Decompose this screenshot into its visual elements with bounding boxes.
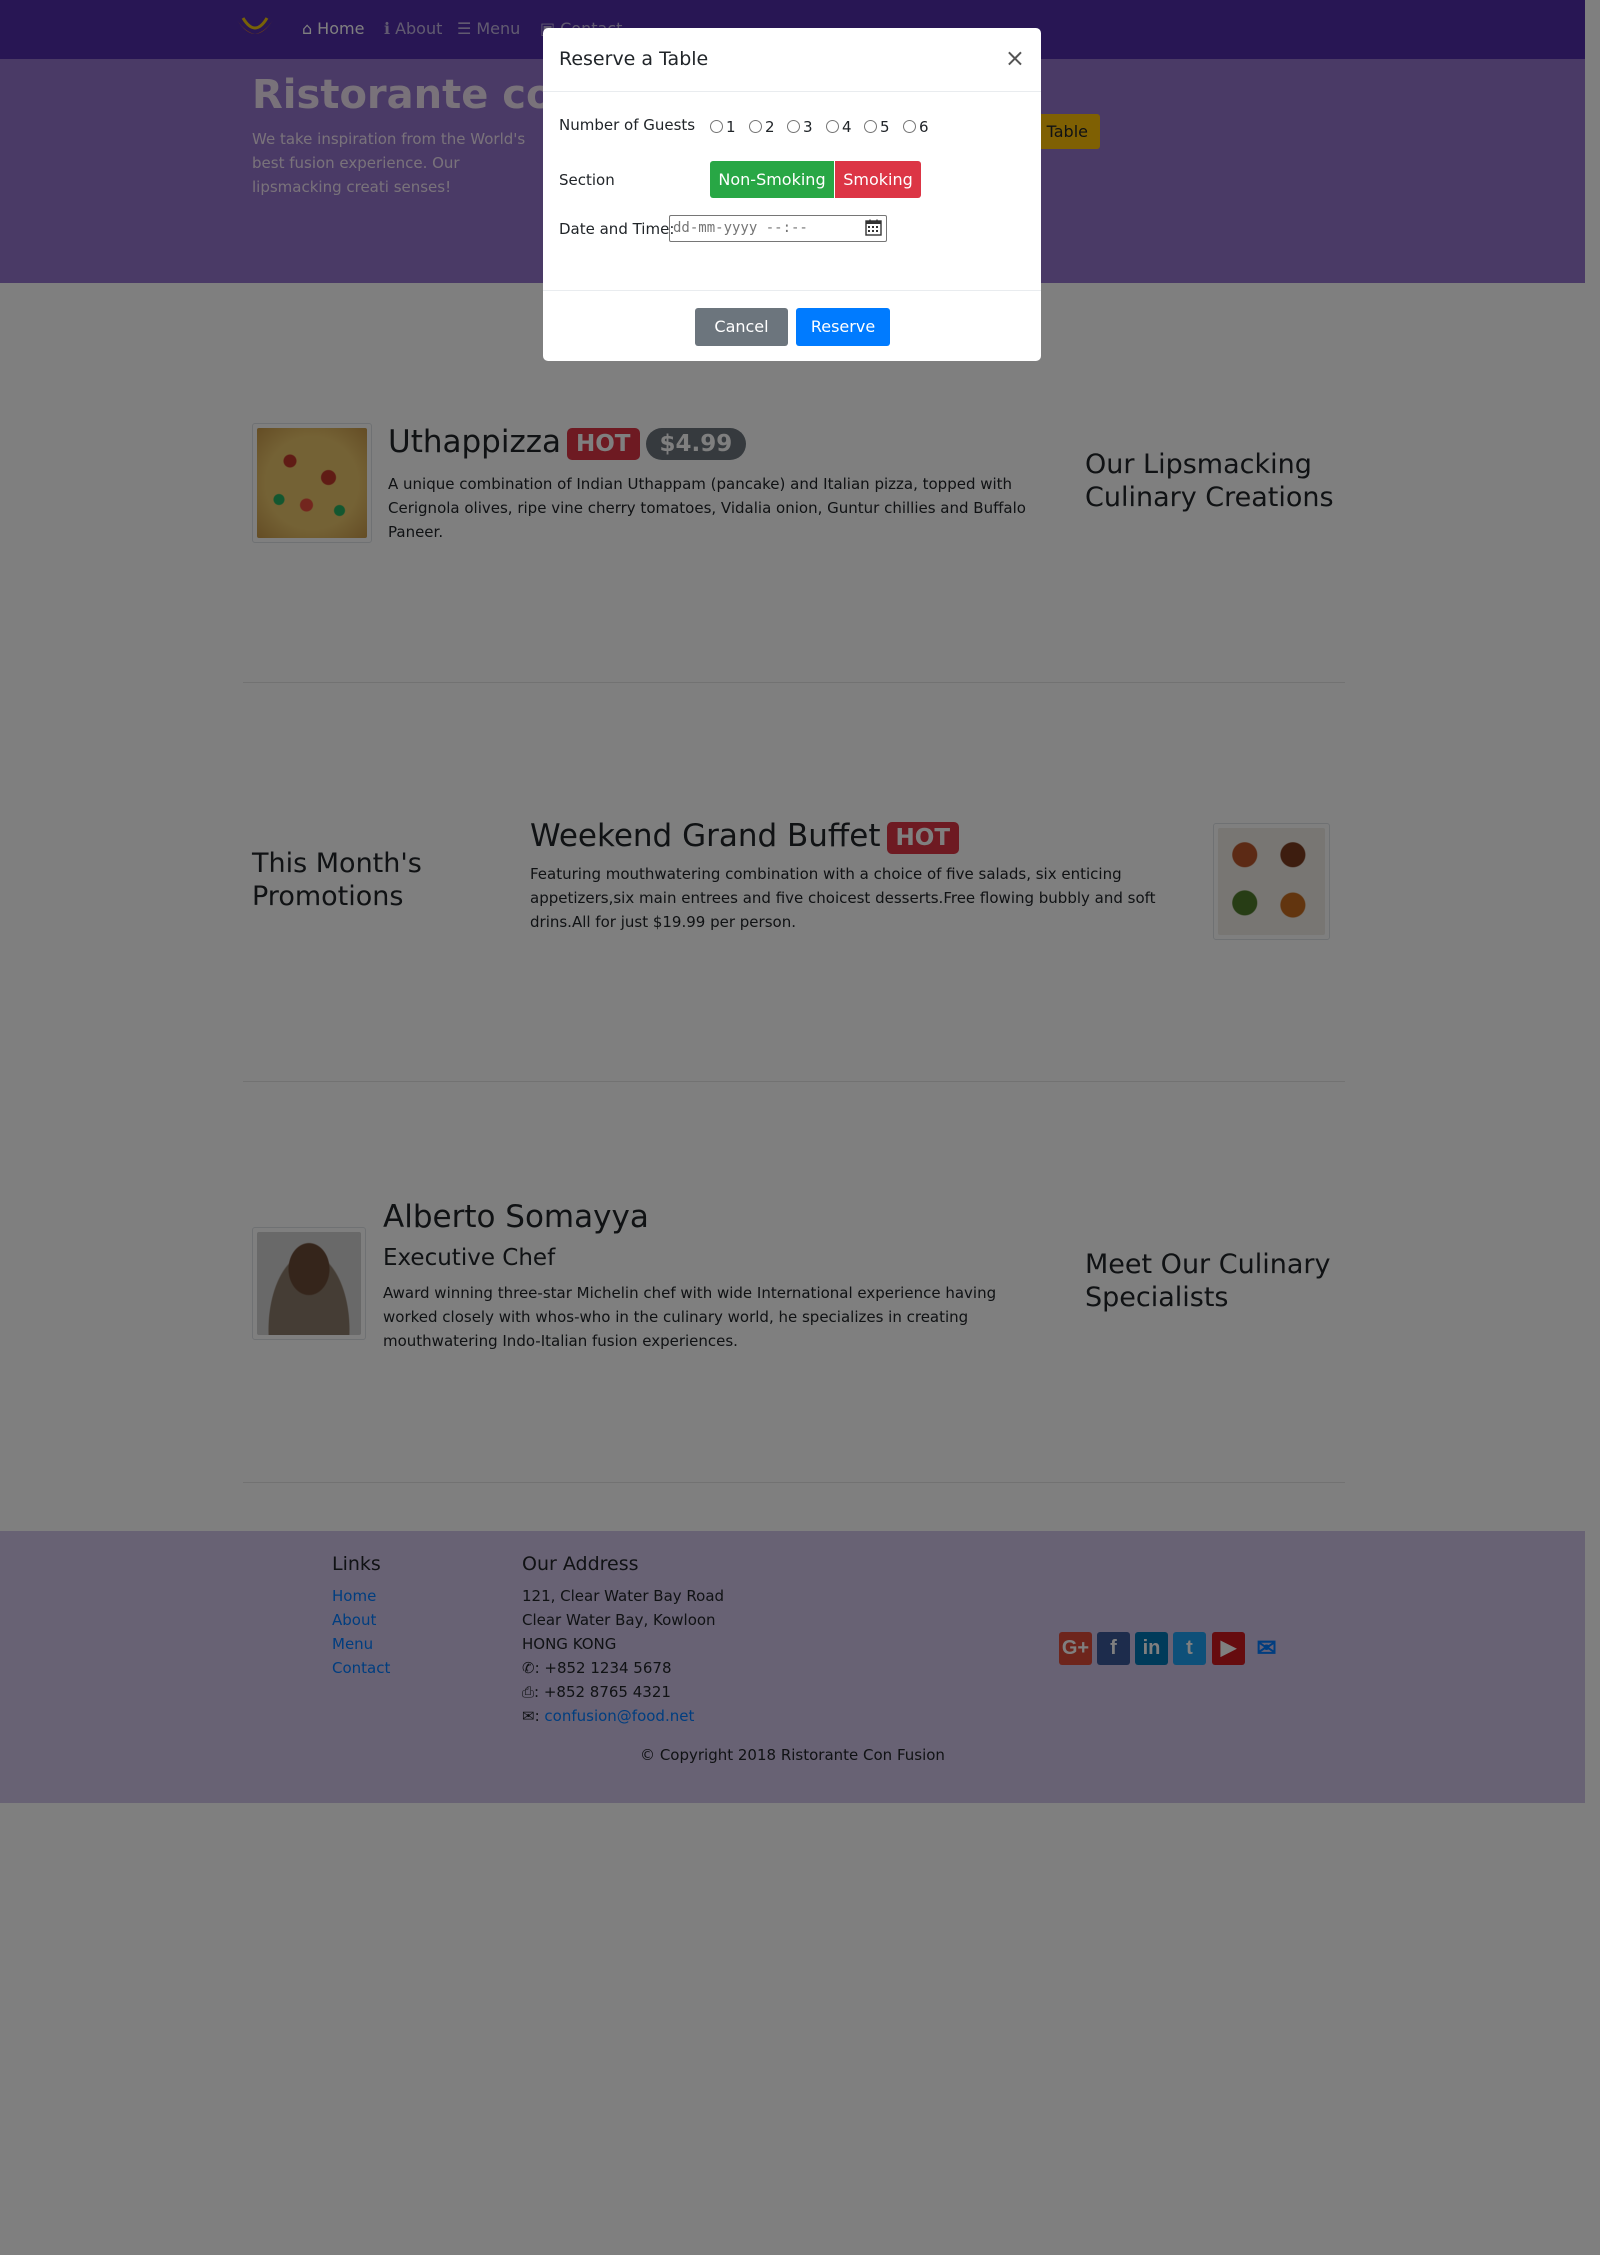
datetime-label: Date and Time: bbox=[559, 220, 675, 238]
guest-radio-4[interactable]: 4 bbox=[826, 118, 852, 136]
radio-icon bbox=[903, 119, 916, 133]
radio-icon bbox=[826, 119, 839, 133]
cancel-button[interactable]: Cancel bbox=[695, 308, 788, 346]
radio-icon bbox=[710, 119, 723, 133]
guests-label: Number of Guests bbox=[559, 116, 696, 134]
section-label: Section bbox=[559, 171, 615, 189]
radio-icon bbox=[787, 119, 800, 133]
guest-radio-2[interactable]: 2 bbox=[749, 118, 775, 136]
calendar-icon[interactable] bbox=[865, 219, 882, 236]
divider bbox=[543, 290, 1041, 291]
guest-radio-1[interactable]: 1 bbox=[710, 118, 736, 136]
guest-radio-6[interactable]: 6 bbox=[903, 118, 929, 136]
guest-radio-5[interactable]: 5 bbox=[864, 118, 890, 136]
modal-title: Reserve a Table bbox=[559, 48, 709, 70]
reserve-modal: Reserve a Table × Number of Guests 1 2 3… bbox=[543, 28, 1041, 361]
non-smoking-button[interactable]: Non-Smoking bbox=[710, 161, 834, 198]
divider bbox=[543, 91, 1041, 92]
radio-icon bbox=[749, 119, 762, 133]
radio-icon bbox=[864, 119, 877, 133]
guest-radio-3[interactable]: 3 bbox=[787, 118, 813, 136]
close-icon[interactable]: × bbox=[1005, 44, 1025, 72]
smoking-button[interactable]: Smoking bbox=[835, 161, 921, 198]
datetime-field[interactable] bbox=[669, 215, 887, 242]
reserve-button[interactable]: Reserve bbox=[796, 308, 890, 346]
datetime-input[interactable] bbox=[673, 218, 853, 238]
